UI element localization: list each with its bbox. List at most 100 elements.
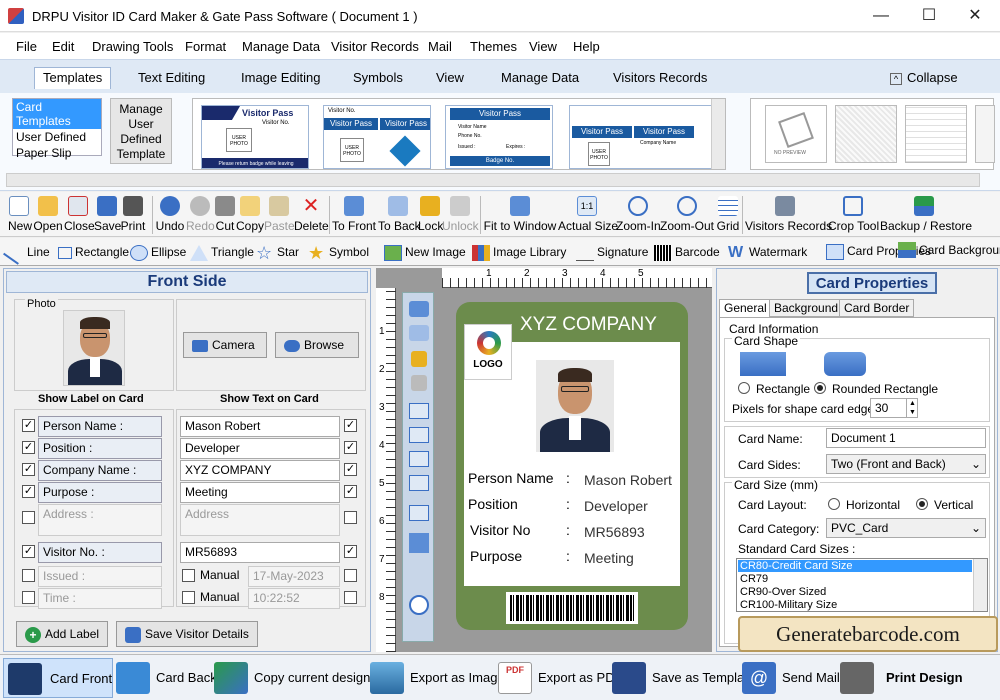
actual-size-button[interactable]: 1:1 Actual Size [558,194,618,233]
card-label-visitor-no[interactable]: Visitor No [470,522,530,538]
close-button[interactable]: Close [64,194,95,233]
menu-help[interactable]: Help [573,39,600,54]
card-label-person-name[interactable]: Person Name [468,470,554,486]
symbol-tool[interactable]: ★ Symbol [308,242,369,262]
size-option[interactable]: CR80-Credit Card Size [738,560,972,572]
address-input[interactable]: Address [180,504,340,536]
person-photo[interactable] [63,310,125,386]
rounded-rectangle-radio[interactable] [814,382,826,394]
sizes-scrollbar[interactable] [973,559,987,611]
menu-edit[interactable]: Edit [52,39,74,54]
cut-button[interactable]: Cut [214,194,236,233]
label-checkbox-address[interactable] [22,511,35,524]
redo-button[interactable]: Redo [186,194,215,233]
card-value-person-name[interactable]: Mason Robert [584,472,672,488]
save-template-button[interactable]: Save as Template [612,658,755,698]
card-logo[interactable]: LOGO [464,324,512,380]
fit-icon[interactable] [409,533,429,553]
rectangle-shape-icon[interactable] [740,352,786,376]
card-background-tool[interactable]: Card Background [898,242,1000,258]
card-company-name[interactable]: XYZ COMPANY [520,314,657,336]
tab-card-border[interactable]: Card Border [839,299,915,317]
card-sides-select[interactable]: Two (Front and Back) ⌄ [826,454,986,474]
ribbon-scrollbar[interactable] [6,173,980,187]
menu-manage-data[interactable]: Manage Data [242,39,320,54]
position-input[interactable]: Developer [180,438,340,459]
save-visitor-details-button[interactable]: Save Visitor Details [116,621,258,647]
print-design-button[interactable]: Print Design [840,658,963,698]
card-back-button[interactable]: Card Back [116,658,217,698]
template-category-paper[interactable]: Paper Slip [13,145,101,161]
standard-sizes-list[interactable]: CR80-Credit Card Size CR79 CR90-Over Siz… [736,558,988,612]
size-option[interactable]: CR100-Military Size [738,599,837,611]
unlock-icon[interactable] [411,375,427,391]
size-option[interactable]: CR90-Over Sized [738,586,826,598]
card-front-button[interactable]: Card Front [3,658,113,698]
vertical-radio[interactable] [916,498,928,510]
tab-manage-data[interactable]: Manage Data [501,68,579,90]
text-checkbox-company[interactable]: ✓ [344,463,357,476]
size-option[interactable]: CR79 [738,573,768,585]
rectangle-tool[interactable]: Rectangle [58,242,129,262]
visitor-no-input[interactable]: MR56893 [180,542,340,563]
template-thumb-2[interactable]: Visitor No. Visitor Pass Visitor Pass US… [323,105,431,169]
template-thumb-1[interactable]: Visitor Pass Visitor No. USER PHOTO Plea… [201,105,309,169]
tab-visitors-records[interactable]: Visitors Records [613,68,707,90]
paste-button[interactable]: Paste [264,194,295,233]
edge-spinner[interactable]: ▲ ▼ [906,399,918,417]
company-input[interactable]: XYZ COMPANY [180,460,340,481]
layer-up-icon[interactable] [409,301,429,317]
zoom-icon[interactable] [409,595,429,615]
align-bottom-icon[interactable] [409,475,429,491]
save-button[interactable]: Save [94,194,121,233]
fit-to-window-button[interactable]: Fit to Window [483,194,557,233]
lock-button[interactable]: Lock [418,194,443,233]
new-image-tool[interactable]: New Image [384,242,466,262]
layer-down-icon[interactable] [409,325,429,341]
card-label-position[interactable]: Position [468,496,518,512]
to-back-button[interactable]: To Back [378,194,421,233]
open-button[interactable]: Open [33,194,63,233]
person-name-input[interactable]: Mason Robert [180,416,340,437]
maximize-button[interactable]: ☐ [906,0,952,32]
camera-button[interactable]: Camera [183,332,267,358]
to-front-button[interactable]: To Front [331,194,377,233]
issued-date-field[interactable]: 17-May-2023 [248,566,340,587]
tab-image-editing[interactable]: Image Editing [241,68,321,90]
barcode-tool[interactable]: Barcode [654,242,720,262]
delete-button[interactable]: ✕ Delete [294,194,329,233]
menu-format[interactable]: Format [185,39,226,54]
label-checkbox-time[interactable] [22,591,35,604]
tab-background[interactable]: Background [769,299,844,317]
triangle-tool[interactable]: Triangle [190,242,254,262]
collapse-button[interactable]: ^ Collapse [890,68,958,90]
template-thumb-4[interactable]: Visitor Pass Visitor Pass Company Name U… [569,105,717,169]
print-button[interactable]: Print [120,194,146,233]
horizontal-radio[interactable] [828,498,840,510]
watermark-tool[interactable]: W Watermark [728,242,807,262]
align-left-icon[interactable] [409,403,429,419]
text-checkbox-purpose[interactable]: ✓ [344,485,357,498]
label-checkbox-person-name[interactable]: ✓ [22,419,35,432]
text-checkbox-issued[interactable] [344,569,357,582]
label-checkbox-purpose[interactable]: ✓ [22,485,35,498]
star-tool[interactable]: ☆ Star [256,242,299,262]
label-checkbox-position[interactable]: ✓ [22,441,35,454]
close-window-button[interactable]: ✕ [952,0,998,32]
undo-button[interactable]: Undo [155,194,185,233]
template-category-user[interactable]: User Defined [13,129,101,145]
card-category-select[interactable]: PVC_Card ⌄ [826,518,986,538]
text-checkbox-time[interactable] [344,591,357,604]
center-icon[interactable] [409,505,429,521]
image-library-tool[interactable]: Image Library [472,242,566,262]
tab-view[interactable]: View [436,68,464,90]
card-properties-tool[interactable]: Card Properties [826,242,931,260]
export-pdf-button[interactable]: PDF Export as PDF [498,658,623,698]
menu-file[interactable]: File [16,39,37,54]
card-label-purpose[interactable]: Purpose [470,548,522,564]
signature-tool[interactable]: Signature [576,242,648,262]
send-mail-button[interactable]: @ Send Mail [742,658,840,698]
minimize-button[interactable]: — [858,0,904,32]
align-right-icon[interactable] [409,427,429,443]
menu-drawing-tools[interactable]: Drawing Tools [92,39,173,54]
